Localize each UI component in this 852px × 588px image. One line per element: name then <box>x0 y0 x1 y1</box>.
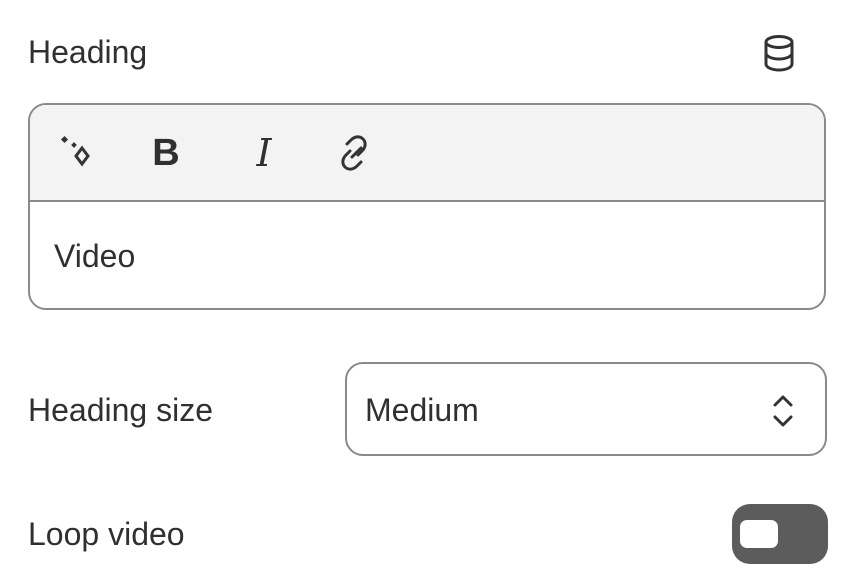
database-icon <box>764 35 794 72</box>
heading-size-select[interactable]: Medium <box>345 362 827 456</box>
link-button[interactable] <box>330 129 378 177</box>
rich-text-editor: B I Video <box>28 103 826 310</box>
heading-size-label: Heading size <box>28 392 213 428</box>
chevron-up-down-icon <box>773 395 793 427</box>
heading-field-label: Heading <box>28 34 148 70</box>
heading-size-value: Medium <box>365 392 479 428</box>
ai-generate-button[interactable] <box>54 129 102 177</box>
bold-button[interactable]: B <box>142 129 190 177</box>
data-source-button[interactable] <box>758 32 800 74</box>
sparkle-icon <box>60 135 90 167</box>
toggle-knob <box>740 520 778 548</box>
editor-content[interactable]: Video <box>54 236 135 276</box>
loop-video-label: Loop video <box>28 516 185 552</box>
link-icon <box>341 135 367 171</box>
editor-toolbar: B I <box>30 105 824 202</box>
loop-video-toggle[interactable] <box>732 504 828 564</box>
italic-button[interactable]: I <box>240 129 288 177</box>
